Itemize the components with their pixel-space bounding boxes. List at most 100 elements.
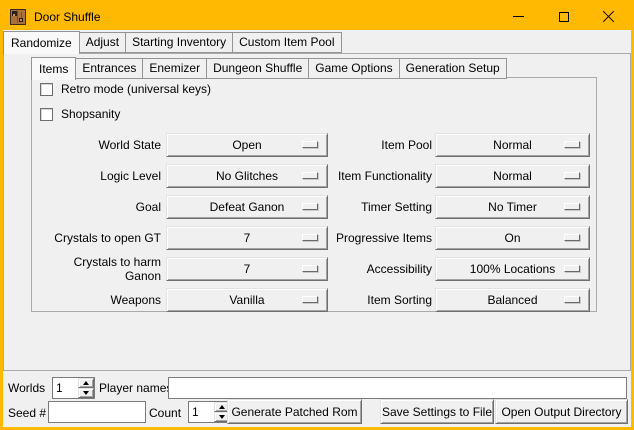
world-state-value: Open xyxy=(232,138,261,152)
dropdown-dash-icon xyxy=(302,172,318,179)
dropdown-dash-icon xyxy=(564,265,580,272)
maximize-button[interactable] xyxy=(541,3,586,30)
retro-mode-label: Retro mode (universal keys) xyxy=(61,82,211,96)
item-pool-value: Normal xyxy=(493,138,532,152)
timer-setting-dropdown[interactable]: No Timer xyxy=(435,195,590,219)
titlebar: Door Shuffle xyxy=(3,3,631,30)
door-icon xyxy=(10,9,26,25)
world-state-label: World State xyxy=(36,138,161,152)
dropdown-dash-icon xyxy=(564,141,580,148)
logic-level-label: Logic Level xyxy=(36,169,161,183)
accessibility-value: 100% Locations xyxy=(470,262,555,276)
goal-dropdown[interactable]: Defeat Ganon xyxy=(166,195,328,219)
item-sorting-dropdown[interactable]: Balanced xyxy=(435,288,590,312)
worlds-label: Worlds xyxy=(8,377,45,399)
seed-input[interactable] xyxy=(48,401,146,423)
crystals-ganon-dropdown[interactable]: 7 xyxy=(166,257,328,281)
count-label: Count xyxy=(149,402,181,424)
tab-entrances[interactable]: Entrances xyxy=(75,58,143,79)
worlds-spinner[interactable]: 1 xyxy=(52,377,95,399)
accessibility-dropdown[interactable]: 100% Locations xyxy=(435,257,590,281)
minimize-icon xyxy=(513,16,524,17)
item-sorting-value: Balanced xyxy=(487,293,537,307)
arrow-up-icon xyxy=(83,381,89,385)
goal-value: Defeat Ganon xyxy=(210,200,285,214)
weapons-label: Weapons xyxy=(36,293,161,307)
item-functionality-label: Item Functionality xyxy=(328,169,432,183)
window-title: Door Shuffle xyxy=(34,10,496,24)
tab-randomize[interactable]: Randomize xyxy=(3,31,80,54)
player-names-label: Player names xyxy=(99,377,172,399)
shopsanity-checkbox[interactable] xyxy=(40,108,53,121)
worlds-value: 1 xyxy=(56,378,63,398)
main-tabbar: Randomize Adjust Starting Inventory Cust… xyxy=(3,31,341,53)
app-window: Door Shuffle Randomize Adjust Starting I… xyxy=(0,0,634,430)
item-sorting-label: Item Sorting xyxy=(328,293,432,307)
tab-adjust[interactable]: Adjust xyxy=(79,32,126,53)
dropdown-dash-icon xyxy=(302,296,318,303)
save-settings-button[interactable]: Save Settings to File xyxy=(380,399,494,424)
weapons-dropdown[interactable]: Vanilla xyxy=(166,288,328,312)
logic-level-value: No Glitches xyxy=(216,169,278,183)
shopsanity-label: Shopsanity xyxy=(61,107,120,121)
seed-label: Seed # xyxy=(8,402,46,424)
timer-setting-value: No Timer xyxy=(488,200,537,214)
bottom-bar: Worlds 1 Player names Seed # Count 1 xyxy=(3,371,631,427)
dropdown-dash-icon xyxy=(302,234,318,241)
timer-setting-label: Timer Setting xyxy=(328,200,432,214)
generate-patched-rom-button[interactable]: Generate Patched Rom xyxy=(227,399,362,424)
crystals-ganon-value: 7 xyxy=(244,262,251,276)
minimize-button[interactable] xyxy=(496,3,541,30)
progressive-items-label: Progressive Items xyxy=(328,231,432,245)
goal-label: Goal xyxy=(36,200,161,214)
window-controls xyxy=(496,3,631,30)
arrow-down-icon xyxy=(219,415,225,419)
dropdown-dash-icon xyxy=(302,141,318,148)
shopsanity-row: Shopsanity xyxy=(40,107,120,121)
item-pool-label: Item Pool xyxy=(328,138,432,152)
item-functionality-value: Normal xyxy=(493,169,532,183)
arrow-down-icon xyxy=(83,391,89,395)
progressive-items-dropdown[interactable]: On xyxy=(435,226,590,250)
dropdown-dash-icon xyxy=(302,203,318,210)
tab-game-options[interactable]: Game Options xyxy=(308,58,399,79)
tab-generation-setup[interactable]: Generation Setup xyxy=(399,58,507,79)
crystals-gt-dropdown[interactable]: 7 xyxy=(166,226,328,250)
dropdown-dash-icon xyxy=(564,234,580,241)
tab-items[interactable]: Items xyxy=(31,57,76,80)
maximize-icon xyxy=(559,12,569,22)
world-state-dropdown[interactable]: Open xyxy=(166,133,328,157)
tab-custom-item-pool[interactable]: Custom Item Pool xyxy=(232,32,341,53)
close-button[interactable] xyxy=(586,3,631,30)
accessibility-label: Accessibility xyxy=(328,262,432,276)
count-value: 1 xyxy=(192,402,199,422)
dropdown-dash-icon xyxy=(564,172,580,179)
tab-starting-inventory[interactable]: Starting Inventory xyxy=(125,32,233,53)
dropdown-dash-icon xyxy=(564,203,580,210)
player-names-input[interactable] xyxy=(168,377,627,399)
retro-mode-row: Retro mode (universal keys) xyxy=(40,82,211,96)
tab-dungeon-shuffle[interactable]: Dungeon Shuffle xyxy=(206,58,309,79)
crystals-ganon-label: Crystals to harm Ganon xyxy=(36,255,161,283)
worlds-up-button[interactable] xyxy=(78,378,94,388)
window-content: Randomize Adjust Starting Inventory Cust… xyxy=(3,30,631,427)
worlds-spinner-arrows xyxy=(78,378,94,398)
worlds-down-button[interactable] xyxy=(78,388,94,398)
item-functionality-dropdown[interactable]: Normal xyxy=(435,164,590,188)
dropdown-dash-icon xyxy=(564,296,580,303)
weapons-value: Vanilla xyxy=(229,293,264,307)
open-output-directory-button[interactable]: Open Output Directory xyxy=(495,399,628,424)
crystals-gt-label: Crystals to open GT xyxy=(36,231,161,245)
settings-grid: World State Open Item Pool Normal Logic … xyxy=(36,129,590,315)
tab-enemizer[interactable]: Enemizer xyxy=(142,58,207,79)
dropdown-dash-icon xyxy=(302,265,318,272)
sub-tabbar: Items Entrances Enemizer Dungeon Shuffle… xyxy=(31,57,506,79)
logic-level-dropdown[interactable]: No Glitches xyxy=(166,164,328,188)
arrow-up-icon xyxy=(219,405,225,409)
count-spinner[interactable]: 1 xyxy=(188,401,231,423)
close-icon xyxy=(602,10,615,23)
progressive-items-value: On xyxy=(504,231,520,245)
crystals-gt-value: 7 xyxy=(244,231,251,245)
retro-mode-checkbox[interactable] xyxy=(40,83,53,96)
item-pool-dropdown[interactable]: Normal xyxy=(435,133,590,157)
